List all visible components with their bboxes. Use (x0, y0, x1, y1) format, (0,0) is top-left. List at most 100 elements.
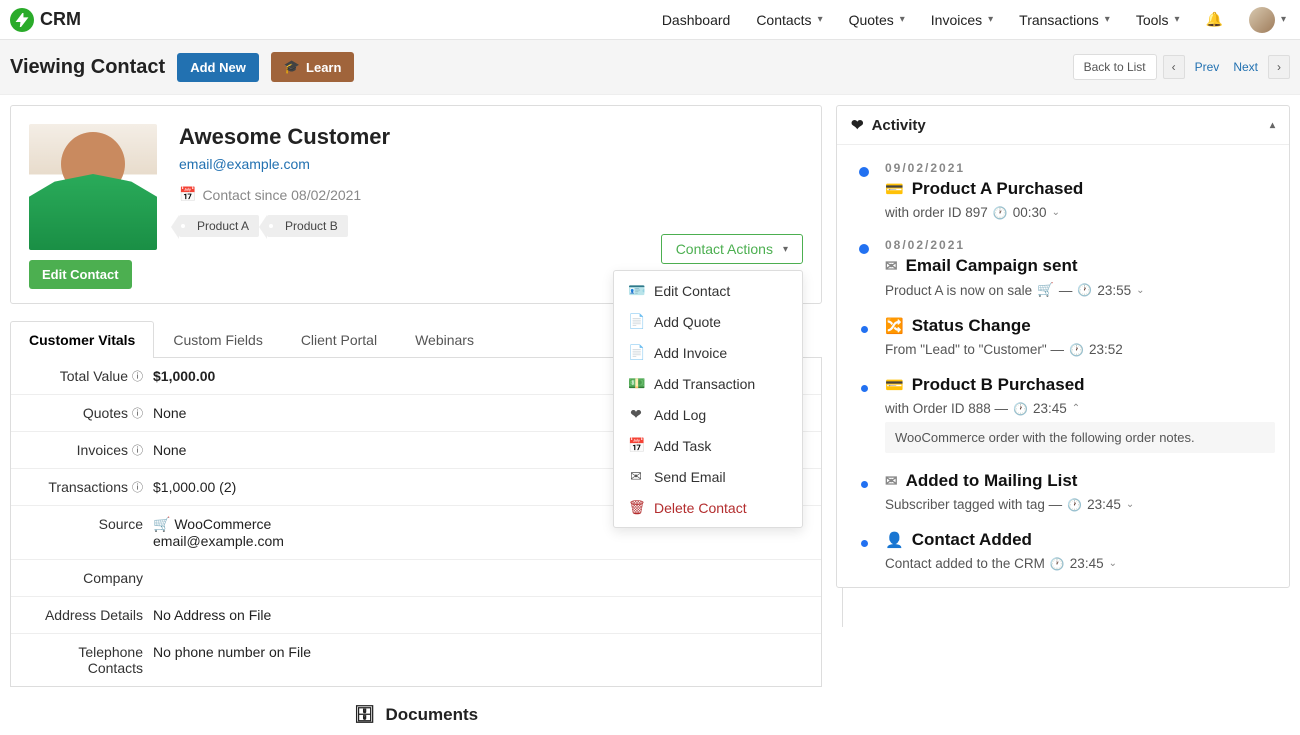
activity-item-note: WooCommerce order with the following ord… (885, 422, 1275, 453)
action-add-transaction-label: Add Transaction (654, 376, 755, 392)
action-add-task[interactable]: 📅 Add Task (614, 430, 802, 461)
chevron-down-icon[interactable]: ⌄ (1126, 499, 1134, 510)
brand[interactable]: CRM (10, 8, 81, 32)
tag-product-b[interactable]: Product B (267, 215, 348, 237)
nav-invoices[interactable]: Invoices ▾ (931, 12, 993, 28)
next-arrow-button[interactable]: › (1268, 55, 1290, 79)
add-new-label: Add New (190, 60, 246, 75)
activity-item-desc: Subscriber tagged with tag — (885, 497, 1062, 512)
prev-link[interactable]: Prev (1191, 60, 1224, 74)
envelope-icon: ✉ (885, 257, 898, 275)
calendar-icon: 📅 (179, 186, 196, 203)
vitals-address-label: Address Details (45, 607, 143, 623)
clock-icon: 🕐 (1077, 283, 1092, 297)
vitals-invoices-label: Invoices (77, 442, 128, 458)
chevron-up-icon[interactable]: ⌃ (1072, 403, 1080, 414)
top-nav: CRM Dashboard Contacts▾ Quotes▾ Invoices… (0, 0, 1300, 40)
cart-icon: 🛒 (1037, 282, 1054, 298)
activity-item-desc: Contact added to the CRM (885, 556, 1045, 571)
activity-item-time: 23:52 (1089, 342, 1123, 357)
user-icon: 👤 (885, 531, 904, 549)
action-add-quote[interactable]: 📄Add Quote (614, 306, 802, 337)
activity-item: 👤Contact Added Contact added to the CRM … (859, 530, 1275, 571)
contact-email-link[interactable]: email@example.com (179, 156, 390, 172)
vitals-transactions-label: Transactions (48, 479, 128, 495)
action-add-task-label: Add Task (654, 438, 711, 454)
chevron-down-icon[interactable]: ⌄ (1109, 558, 1117, 569)
activity-item-desc: From "Lead" to "Customer" — (885, 342, 1064, 357)
learn-button[interactable]: 🎓 Learn (271, 52, 355, 82)
action-edit-label: Edit Contact (654, 283, 730, 299)
vitals-telephone-value: No phone number on File (153, 644, 807, 676)
chevron-down-icon[interactable]: ⌄ (1136, 285, 1144, 296)
action-delete-contact[interactable]: 🗑Delete Contact (614, 492, 802, 523)
contact-actions-menu: 🪪Edit Contact 📄Add Quote 📄Add Invoice 💵 A… (613, 270, 803, 528)
nav-transactions[interactable]: Transactions▾ (1019, 12, 1110, 28)
graduation-cap-icon: 🎓 (284, 59, 300, 75)
contact-actions-button[interactable]: Contact Actions ▾ (661, 234, 803, 264)
action-add-invoice[interactable]: 📄Add Invoice (614, 337, 802, 368)
contact-name: Awesome Customer (179, 124, 390, 150)
avatar (1249, 7, 1275, 33)
activity-item-desc: Product A is now on sale (885, 283, 1032, 298)
action-edit-contact[interactable]: 🪪Edit Contact (614, 275, 802, 306)
file-icon: 📄 (628, 344, 644, 361)
add-new-button[interactable]: Add New (177, 53, 259, 82)
clock-icon: 🕐 (1067, 498, 1082, 512)
user-menu[interactable]: ▾ (1249, 7, 1286, 33)
action-send-email[interactable]: ✉Send Email (614, 461, 802, 492)
tag-product-a[interactable]: Product A (179, 215, 259, 237)
action-add-transaction[interactable]: 💵 Add Transaction (614, 368, 802, 399)
tab-customer-vitals[interactable]: Customer Vitals (10, 321, 154, 358)
action-send-email-label: Send Email (654, 469, 726, 485)
nav-tools[interactable]: Tools ▾ (1136, 12, 1180, 28)
tab-custom-fields[interactable]: Custom Fields (154, 321, 281, 358)
activity-item: 09/02/2021 💳Product A Purchased with ord… (859, 161, 1275, 220)
activity-item: 08/02/2021 ✉ Email Campaign sent Product … (859, 238, 1275, 298)
nav-tools-label: Tools (1136, 12, 1169, 28)
nav-quotes-label: Quotes (849, 12, 894, 28)
back-to-list-button[interactable]: Back to List (1073, 54, 1157, 80)
heartbeat-icon: ❤ (851, 116, 864, 134)
nav-invoices-label: Invoices (931, 12, 982, 28)
info-icon[interactable]: ⓘ (132, 368, 143, 384)
vitals-telephone-label: Telephone Contacts (25, 644, 143, 676)
credit-card-icon: 💳 (885, 376, 904, 394)
nav-menu: Dashboard Contacts▾ Quotes▾ Invoices▾ Tr… (662, 7, 1286, 33)
info-icon[interactable]: ⓘ (132, 479, 143, 495)
vitals-row-telephone: Telephone Contacts No phone number on Fi… (11, 634, 821, 686)
contact-since-label: Contact since 08/02/2021 (202, 187, 361, 203)
action-add-log[interactable]: ❤Add Log (614, 399, 802, 430)
chevron-down-icon: ▾ (1175, 14, 1180, 25)
info-icon[interactable]: ⓘ (132, 442, 143, 458)
nav-quotes[interactable]: Quotes▾ (849, 12, 905, 28)
info-icon[interactable]: ⓘ (132, 405, 143, 421)
learn-label: Learn (306, 60, 341, 75)
calendar-icon: 📅 (628, 437, 644, 454)
activity-timeline: 09/02/2021 💳Product A Purchased with ord… (837, 145, 1289, 587)
edit-contact-label: Edit Contact (42, 267, 119, 282)
clock-icon: 🕐 (1013, 402, 1028, 416)
contact-card: Edit Contact Awesome Customer email@exam… (10, 105, 822, 304)
activity-header[interactable]: ❤ Activity ▴ (837, 106, 1289, 145)
edit-contact-button[interactable]: Edit Contact (29, 260, 132, 289)
tab-webinars[interactable]: Webinars (396, 321, 493, 358)
contact-actions-label: Contact Actions (676, 241, 773, 257)
tab-client-portal[interactable]: Client Portal (282, 321, 396, 358)
notifications-icon[interactable]: 🔔 (1206, 11, 1223, 28)
prev-arrow-button[interactable]: ‹ (1163, 55, 1185, 79)
activity-item-time: 23:55 (1097, 283, 1131, 298)
activity-item-time: 23:45 (1070, 556, 1104, 571)
activity-item-title: Product A Purchased (912, 179, 1084, 199)
activity-item-title: Email Campaign sent (906, 256, 1078, 276)
chevron-up-icon: ▴ (1270, 120, 1275, 131)
activity-date: 08/02/2021 (885, 238, 1275, 252)
money-icon: 💵 (628, 375, 644, 392)
chevron-down-icon[interactable]: ⌄ (1052, 207, 1060, 218)
next-link[interactable]: Next (1229, 60, 1262, 74)
nav-contacts[interactable]: Contacts▾ (756, 12, 822, 28)
chevron-down-icon: ▾ (783, 244, 788, 255)
nav-dashboard[interactable]: Dashboard (662, 12, 731, 28)
activity-item-title: Contact Added (912, 530, 1032, 550)
chevron-down-icon: ▾ (988, 14, 993, 25)
